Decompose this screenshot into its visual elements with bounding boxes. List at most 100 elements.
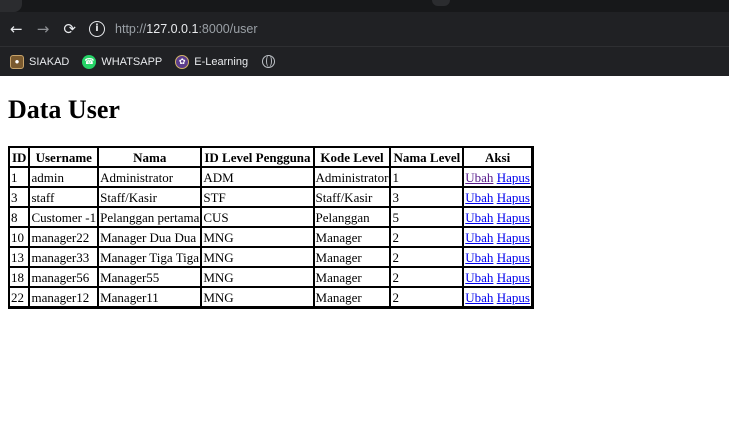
cell-aksi: Ubah Hapus	[463, 187, 532, 207]
bookmark-label: SIAKAD	[29, 55, 70, 68]
browser-chrome: ← → ⟳ i http://127.0.0.1:8000/user ● SIA…	[0, 0, 729, 76]
reload-button[interactable]: ⟳	[56, 15, 83, 43]
cell-aksi: Ubah Hapus	[463, 247, 532, 267]
table-row: 1 admin Administrator ADM Administrator …	[9, 167, 532, 187]
cell-kode-level: Staff/Kasir	[313, 187, 391, 207]
hapus-link[interactable]: Hapus	[497, 250, 530, 265]
cell-nama-level: 2	[390, 267, 464, 287]
reload-icon: ⟳	[63, 20, 76, 38]
arrow-right-icon: →	[36, 20, 50, 38]
cell-nama-level: 2	[390, 227, 464, 247]
cell-nama: Administrator	[98, 167, 202, 187]
hapus-link[interactable]: Hapus	[497, 270, 530, 285]
table-row: 13 manager33 Manager Tiga Tiga MNG Manag…	[9, 247, 532, 267]
cell-username: manager33	[29, 247, 99, 267]
cell-id: 22	[9, 287, 30, 307]
address-bar[interactable]: i http://127.0.0.1:8000/user	[89, 15, 729, 43]
cell-aksi: Ubah Hapus	[463, 287, 532, 307]
user-table: ID Username Nama ID Level Pengguna Kode …	[8, 146, 534, 309]
cell-nama-level: 2	[390, 287, 464, 307]
cell-nama: Pelanggan pertama	[98, 207, 202, 227]
hapus-link[interactable]: Hapus	[497, 170, 530, 185]
bookmarks-bar: ● SIAKAD ☎ WHATSAPP ✿ E-Learning	[0, 46, 729, 76]
header-kode-level: Kode Level	[313, 147, 391, 167]
header-id: ID	[9, 147, 30, 167]
cell-id: 1	[9, 167, 30, 187]
cell-kode-level: Manager	[313, 247, 391, 267]
globe-icon	[262, 55, 276, 68]
ubah-link[interactable]: Ubah	[465, 190, 493, 205]
cell-id-level: MNG	[201, 227, 314, 247]
tab-edge	[432, 0, 450, 6]
bookmark-label: WHATSAPP	[101, 55, 163, 68]
header-nama-level: Nama Level	[390, 147, 464, 167]
table-row: 18 manager56 Manager55 MNG Manager 2 Uba…	[9, 267, 532, 287]
arrow-left-icon: ←	[10, 20, 23, 38]
cell-kode-level: Manager	[313, 287, 391, 307]
hapus-link[interactable]: Hapus	[497, 290, 530, 305]
hapus-link[interactable]: Hapus	[497, 210, 530, 225]
page-content: Data User ID Username Nama ID Level Peng…	[0, 94, 729, 309]
cell-kode-level: Manager	[313, 227, 391, 247]
cell-id-level: MNG	[201, 247, 314, 267]
cell-aksi: Ubah Hapus	[463, 227, 532, 247]
bookmark-globe[interactable]	[261, 55, 276, 68]
bookmark-siakad[interactable]: ● SIAKAD	[10, 54, 70, 69]
cell-nama: Manager Dua Dua	[98, 227, 202, 247]
site-info-icon[interactable]: i	[89, 21, 106, 37]
cell-nama: Staff/Kasir	[98, 187, 202, 207]
cell-nama-level: 5	[390, 207, 464, 227]
header-username: Username	[29, 147, 99, 167]
cell-nama-level: 1	[390, 167, 464, 187]
cell-username: staff	[29, 187, 99, 207]
cell-id: 10	[9, 227, 30, 247]
page-title: Data User	[8, 95, 120, 124]
ubah-link[interactable]: Ubah	[465, 270, 493, 285]
cell-id-level: ADM	[201, 167, 314, 187]
table-header-row: ID Username Nama ID Level Pengguna Kode …	[9, 147, 532, 167]
header-nama: Nama	[98, 147, 202, 167]
ubah-link[interactable]: Ubah	[465, 290, 493, 305]
hapus-link[interactable]: Hapus	[497, 230, 530, 245]
url-host: 127.0.0.1	[146, 22, 199, 36]
cell-id: 13	[9, 247, 30, 267]
url-scheme: http://	[115, 22, 147, 36]
cell-id: 18	[9, 267, 30, 287]
cell-id: 3	[9, 187, 30, 207]
forward-button[interactable]: →	[30, 15, 57, 43]
cell-nama-level: 3	[390, 187, 464, 207]
ubah-link[interactable]: Ubah	[465, 230, 493, 245]
header-id-level: ID Level Pengguna	[201, 147, 314, 167]
cell-id: 8	[9, 207, 30, 227]
ubah-link[interactable]: Ubah	[465, 210, 493, 225]
browser-toolbar: ← → ⟳ i http://127.0.0.1:8000/user	[0, 12, 729, 46]
ubah-link[interactable]: Ubah	[465, 250, 493, 265]
bookmark-elearning[interactable]: ✿ E-Learning	[175, 54, 249, 69]
ubah-link[interactable]: Ubah	[465, 170, 493, 185]
cell-nama: Manager55	[98, 267, 202, 287]
cell-username: manager12	[29, 287, 99, 307]
cell-username: Customer -1	[29, 207, 99, 227]
bookmark-label: E-Learning	[194, 55, 249, 68]
url-path: :8000/user	[198, 22, 258, 36]
whatsapp-icon: ☎	[82, 54, 97, 69]
cell-aksi: Ubah Hapus	[463, 167, 532, 187]
tab-strip	[0, 0, 729, 12]
cell-aksi: Ubah Hapus	[463, 267, 532, 287]
cell-nama-level: 2	[390, 247, 464, 267]
header-aksi: Aksi	[463, 147, 532, 167]
cell-nama: Manager Tiga Tiga	[98, 247, 202, 267]
elearning-favicon-icon: ✿	[175, 54, 190, 69]
table-row: 10 manager22 Manager Dua Dua MNG Manager…	[9, 227, 532, 247]
cell-username: admin	[29, 167, 99, 187]
table-row: 22 manager12 Manager11 MNG Manager 2 Uba…	[9, 287, 532, 307]
siakad-favicon-icon: ●	[10, 54, 24, 69]
cell-id-level: MNG	[201, 267, 314, 287]
back-button[interactable]: ←	[3, 15, 30, 43]
table-row: 3 staff Staff/Kasir STF Staff/Kasir 3 Ub…	[9, 187, 532, 207]
active-tab[interactable]	[0, 0, 22, 12]
cell-kode-level: Pelanggan	[313, 207, 391, 227]
cell-username: manager22	[29, 227, 99, 247]
hapus-link[interactable]: Hapus	[497, 190, 530, 205]
bookmark-whatsapp[interactable]: ☎ WHATSAPP	[82, 54, 163, 69]
